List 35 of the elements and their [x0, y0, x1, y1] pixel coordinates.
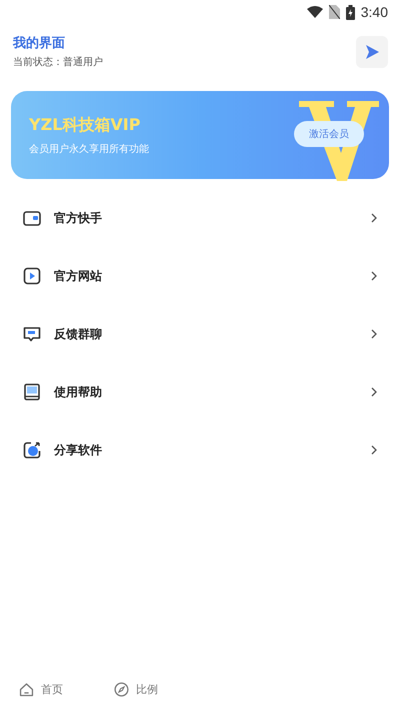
chevron-icon	[370, 271, 378, 281]
page-title: 我的界面	[13, 35, 66, 52]
chevron-icon	[370, 213, 378, 223]
menu-item[interactable]: 反馈群聊	[0, 305, 400, 363]
menu-label: 分享软件	[54, 442, 103, 458]
nav-tab[interactable]: 比例	[113, 681, 158, 698]
status-time: 3:40	[360, 4, 388, 20]
play-icon	[364, 44, 380, 60]
vip-title: YZL科技箱VIP	[29, 114, 140, 136]
menu-item[interactable]: 官方网站	[0, 247, 400, 305]
wifi-icon	[306, 6, 323, 18]
menu-item[interactable]: 官方快手	[0, 189, 400, 247]
menu-label: 官方快手	[54, 210, 103, 226]
no-sim-icon	[328, 5, 340, 19]
chevron-icon	[370, 445, 378, 455]
vip-subtitle: 会员用户永久享用所有功能	[29, 142, 149, 156]
menu-item-icon	[22, 440, 42, 460]
chevron-icon	[370, 387, 378, 397]
battery-icon	[346, 4, 355, 20]
menu-item[interactable]: 分享软件	[0, 421, 400, 479]
status-text: 当前状态：普通用户	[13, 56, 103, 69]
menu-label: 使用帮助	[54, 384, 103, 400]
menu-item[interactable]: 使用帮助	[0, 363, 400, 421]
nav-tab[interactable]: 首页	[18, 681, 63, 698]
menu-item-icon	[22, 382, 42, 402]
activate-button[interactable]: 激活会员	[294, 121, 364, 147]
chevron-icon	[370, 329, 378, 339]
home-icon	[18, 681, 35, 698]
menu-item-icon	[22, 266, 42, 286]
menu-label: 官方网站	[54, 268, 103, 284]
compass-icon	[113, 681, 130, 698]
menu-item-icon	[22, 208, 42, 228]
menu-item-icon	[22, 324, 42, 344]
play-button[interactable]	[356, 36, 388, 68]
menu-label: 反馈群聊	[54, 326, 103, 342]
